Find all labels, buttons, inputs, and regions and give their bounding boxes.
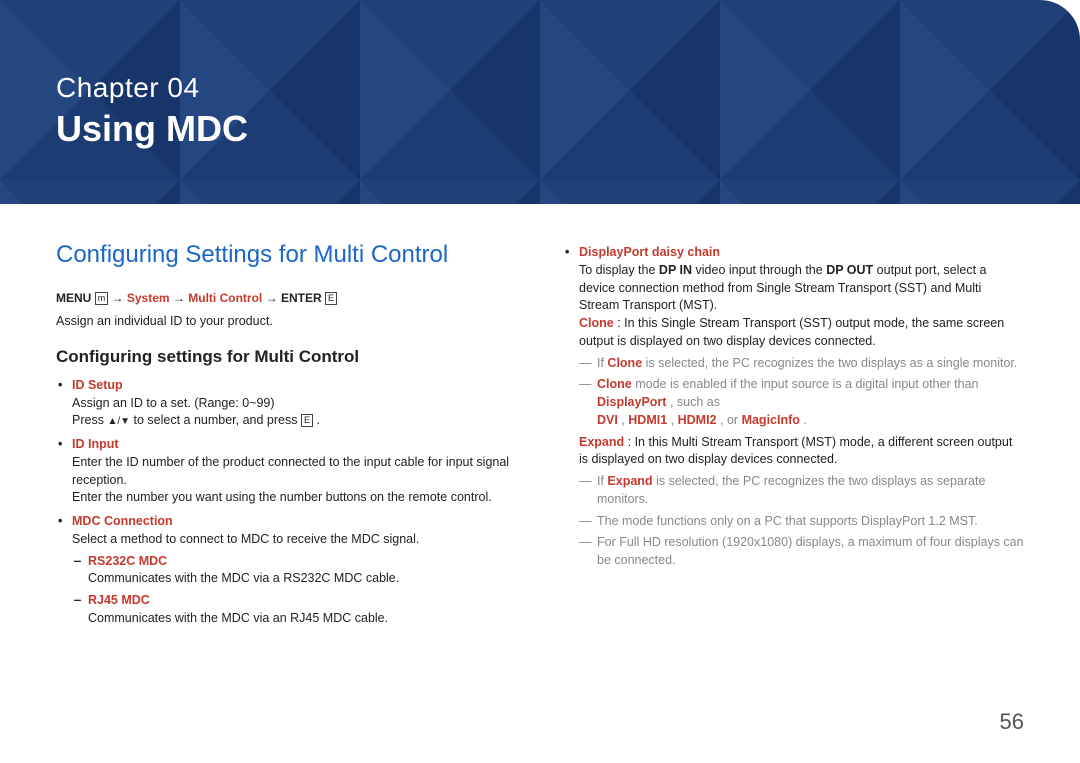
magicinfo-label: MagicInfo xyxy=(742,413,800,427)
clone-label: Clone xyxy=(607,356,642,370)
dp-intro-a: To display the xyxy=(579,263,659,277)
settings-list: ID Setup Assign an ID to a set. (Range: … xyxy=(56,377,517,628)
rs232c-text: Communicates with the MDC via a RS232C M… xyxy=(88,571,399,585)
menu-nav-path: MENU m → System → Multi Control → ENTER … xyxy=(56,290,517,307)
dp-daisychain-label: DisplayPort daisy chain xyxy=(579,245,720,259)
section-heading: Configuring Settings for Multi Control xyxy=(56,238,517,272)
list-item: MDC Connection Select a method to connec… xyxy=(56,513,517,628)
mdc-connection-label: MDC Connection xyxy=(72,514,173,528)
expand-note3: For Full HD resolution (1920x1080) displ… xyxy=(597,535,1024,567)
enter-label: ENTER xyxy=(281,291,322,305)
id-setup-line2a: Press xyxy=(72,413,107,427)
content-columns: Configuring Settings for Multi Control M… xyxy=(0,204,1080,634)
arrow-icon: → xyxy=(266,291,281,305)
id-setup-label: ID Setup xyxy=(72,378,123,392)
nav-system: System xyxy=(127,291,170,305)
expand-note1-a: If xyxy=(597,474,607,488)
list-item: RJ45 MDC Communicates with the MDC via a… xyxy=(72,592,517,628)
expand-text: : In this Multi Stream Transport (MST) m… xyxy=(579,435,1012,467)
rj45-text: Communicates with the MDC via an RJ45 MD… xyxy=(88,611,388,625)
manual-page: Chapter 04 Using MDC Configuring Setting… xyxy=(0,0,1080,763)
dp-out-label: DP OUT xyxy=(826,263,873,277)
list-item: If Expand is selected, the PC recognizes… xyxy=(579,473,1024,509)
list-item: If Clone is selected, the PC recognizes … xyxy=(579,355,1024,373)
assign-text: Assign an individual ID to your product. xyxy=(56,313,517,331)
enter-icon: E xyxy=(301,414,313,427)
dp-in-label: DP IN xyxy=(659,263,692,277)
expand-notes: If Expand is selected, the PC recognizes… xyxy=(579,473,1024,570)
id-setup-line2b: to select a number, and press xyxy=(134,413,301,427)
dp-list: DisplayPort daisy chain To display the D… xyxy=(563,244,1024,570)
list-item: ID Input Enter the ID number of the prod… xyxy=(56,436,517,507)
dvi-label: DVI xyxy=(597,413,618,427)
hdmi2-label: HDMI2 xyxy=(678,413,717,427)
chapter-hero: Chapter 04 Using MDC xyxy=(0,0,1080,204)
rj45-label: RJ45 MDC xyxy=(88,593,150,607)
displayport-label: DisplayPort xyxy=(597,395,666,409)
expand-note1-b: is selected, the PC recognizes the two d… xyxy=(597,474,985,506)
or-text: , or xyxy=(720,413,742,427)
expand-note2: The mode functions only on a PC that sup… xyxy=(597,514,978,528)
list-item: RS232C MDC Communicates with the MDC via… xyxy=(72,553,517,589)
id-input-label: ID Input xyxy=(72,437,119,451)
list-item: For Full HD resolution (1920x1080) displ… xyxy=(579,534,1024,570)
menu-icon: m xyxy=(95,292,109,305)
subsection-heading: Configuring settings for Multi Control xyxy=(56,345,517,369)
up-down-icon: ▲/▼ xyxy=(107,416,130,427)
arrow-icon: → xyxy=(173,291,188,305)
id-input-line2: Enter the number you want using the numb… xyxy=(72,490,492,504)
id-setup-line1: Assign an ID to a set. (Range: 0~99) xyxy=(72,396,275,410)
mdc-sub-list: RS232C MDC Communicates with the MDC via… xyxy=(72,553,517,628)
list-item: The mode functions only on a PC that sup… xyxy=(579,513,1024,531)
mdc-connection-text: Select a method to connect to MDC to rec… xyxy=(72,532,419,546)
clone-note2-b: , such as xyxy=(670,395,720,409)
period: . xyxy=(803,413,806,427)
clone-note1-a: If xyxy=(597,356,607,370)
clone-note2-a: mode is enabled if the input source is a… xyxy=(635,377,978,391)
clone-text: : In this Single Stream Transport (SST) … xyxy=(579,316,1004,348)
clone-label: Clone xyxy=(597,377,632,391)
chapter-title: Using MDC xyxy=(56,108,1024,150)
page-number: 56 xyxy=(1000,709,1024,735)
list-item: ID Setup Assign an ID to a set. (Range: … xyxy=(56,377,517,430)
clone-note1-b: is selected, the PC recognizes the two d… xyxy=(646,356,1018,370)
arrow-icon: → xyxy=(112,291,127,305)
list-item: Clone mode is enabled if the input sourc… xyxy=(579,376,1024,429)
hdmi1-label: HDMI1 xyxy=(628,413,667,427)
clone-notes: If Clone is selected, the PC recognizes … xyxy=(579,355,1024,430)
dp-intro-b: video input through the xyxy=(696,263,827,277)
id-setup-line2c: . xyxy=(316,413,319,427)
chapter-label: Chapter 04 xyxy=(56,72,1024,104)
expand-label: Expand xyxy=(579,435,624,449)
menu-label: MENU xyxy=(56,291,91,305)
enter-icon: E xyxy=(325,292,337,305)
right-column: DisplayPort daisy chain To display the D… xyxy=(563,238,1024,634)
comma: , xyxy=(671,413,678,427)
expand-label: Expand xyxy=(607,474,652,488)
clone-label: Clone xyxy=(579,316,614,330)
left-column: Configuring Settings for Multi Control M… xyxy=(56,238,517,634)
id-input-line1: Enter the ID number of the product conne… xyxy=(72,455,509,487)
nav-multicontrol: Multi Control xyxy=(188,291,262,305)
list-item: DisplayPort daisy chain To display the D… xyxy=(563,244,1024,570)
rs232c-label: RS232C MDC xyxy=(88,554,167,568)
